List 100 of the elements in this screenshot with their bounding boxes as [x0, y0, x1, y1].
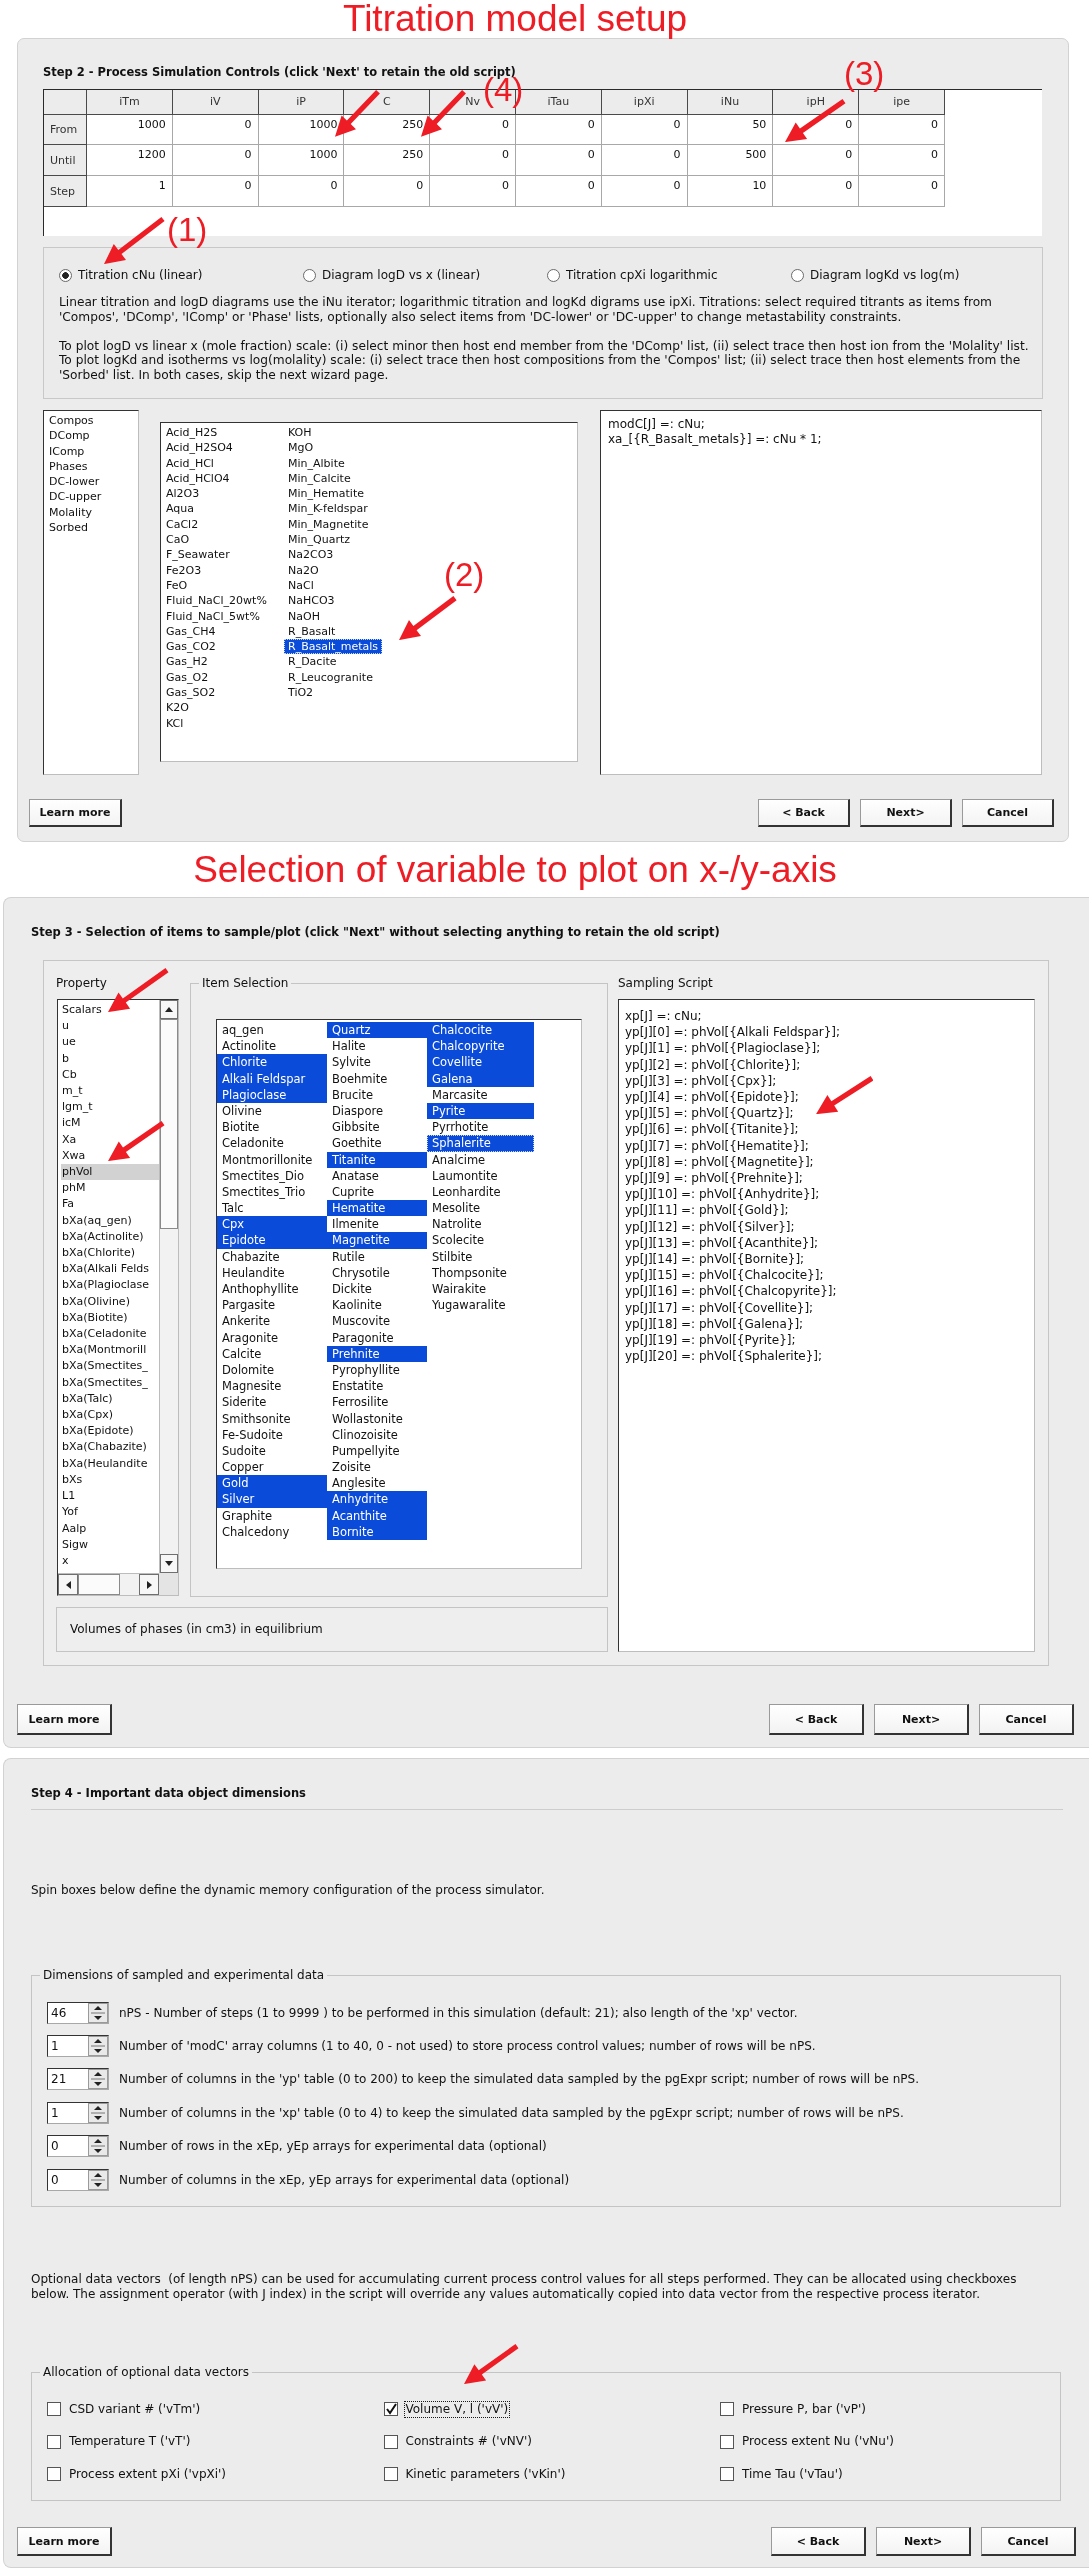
list-item[interactable]: Gas_H2 [162, 654, 212, 670]
learn-more-button[interactable]: Learn more [17, 2527, 112, 2556]
table-cell[interactable]: 0 [330, 179, 338, 193]
table-cell[interactable]: 1 [158, 179, 166, 193]
list-item[interactable]: Heulandite [217, 1264, 327, 1281]
scroll-down-button[interactable] [160, 1554, 178, 1573]
list-item[interactable]: Min_Calcite [284, 470, 355, 487]
spin-box[interactable]: 0 [47, 2168, 109, 2191]
list-item[interactable]: Chalcopyrite [427, 1038, 534, 1055]
checkbox[interactable] [383, 2402, 398, 2417]
list-item[interactable]: K2O [162, 700, 193, 716]
list-item[interactable]: Prehnite [327, 1345, 427, 1362]
list-item[interactable]: Chabazite [217, 1248, 327, 1265]
list-item[interactable]: MgO [284, 440, 318, 456]
scroll-right-button[interactable] [139, 1574, 159, 1595]
stepper-icon[interactable] [88, 2136, 108, 2157]
list-item[interactable]: Ankerite [217, 1313, 327, 1330]
list-item[interactable]: Stilbite [427, 1248, 534, 1265]
table-cell[interactable]: 1000 [137, 118, 166, 132]
list-item[interactable]: Sylvite [327, 1054, 427, 1071]
list-item[interactable]: Muscovite [327, 1313, 427, 1330]
list-item[interactable]: Fluid_NaCl_5wt% [162, 608, 264, 624]
list-item[interactable]: Smectites_Trio [217, 1183, 327, 1201]
list-item[interactable]: bXa(Heulandite [61, 1455, 148, 1472]
table-cell[interactable]: 500 [745, 148, 767, 162]
list-item[interactable]: R_Dacite [284, 654, 341, 670]
list-item[interactable]: lgm_t [61, 1099, 93, 1116]
list-item[interactable]: Min_Hematite [284, 486, 368, 502]
stepper-icon[interactable] [88, 2069, 108, 2090]
list-item[interactable]: Anglesite [327, 1475, 427, 1492]
spin-box[interactable]: 46 [47, 2001, 109, 2024]
list-item[interactable]: Natrolite [427, 1216, 534, 1233]
list-item[interactable]: Paragonite [327, 1329, 427, 1346]
table-cell[interactable]: 0 [502, 179, 509, 193]
table-cell[interactable]: 0 [673, 148, 681, 162]
table-cell[interactable]: 0 [587, 148, 595, 162]
list-item[interactable]: Pyrophyllite [327, 1361, 427, 1379]
list-item[interactable]: Diaspore [327, 1102, 427, 1120]
table-cell[interactable]: 0 [845, 179, 853, 193]
list-item[interactable]: Siderite [217, 1394, 327, 1411]
horizontal-scrollbar[interactable] [58, 1573, 159, 1595]
table-cell[interactable]: 0 [416, 179, 424, 193]
table-cell[interactable]: 0 [244, 148, 252, 162]
next-button[interactable]: Next> [876, 2527, 971, 2556]
list-item[interactable]: Aragonite [217, 1329, 327, 1346]
table-cell[interactable]: 1000 [309, 118, 338, 132]
list-item[interactable]: Scalars [61, 1002, 102, 1019]
list-item[interactable]: Enstatite [327, 1378, 427, 1395]
list-item[interactable]: Xa [61, 1131, 77, 1148]
list-item[interactable]: bXa(Chabazite) [61, 1439, 147, 1456]
list-item[interactable]: Analcime [427, 1151, 534, 1168]
list-item[interactable]: Celadonite [217, 1135, 327, 1152]
list-item[interactable]: Laumontite [427, 1167, 534, 1184]
list-item[interactable]: bXa(Smectites_ [61, 1374, 148, 1391]
list-item[interactable]: bXa(Alkali Felds [61, 1261, 149, 1278]
list-item[interactable]: phM [61, 1180, 86, 1197]
spin-box[interactable]: 0 [47, 2135, 109, 2158]
list-item[interactable]: Acid_H2SO4 [162, 440, 237, 456]
vertical-scrollbar[interactable] [159, 1000, 178, 1573]
list-item[interactable]: Kaolinite [327, 1297, 427, 1314]
list-item[interactable]: Pyrrhotite [427, 1119, 534, 1136]
list-item[interactable]: Min_Quartz [284, 532, 354, 548]
checkbox[interactable] [383, 2467, 398, 2482]
list-item[interactable]: Fa [61, 1196, 75, 1213]
table-cell[interactable]: 0 [244, 118, 252, 132]
list-item[interactable]: Sphalerite [427, 1135, 534, 1152]
list-item[interactable]: KOH [284, 425, 316, 441]
list-item[interactable]: bXa(Biotite) [61, 1309, 128, 1327]
table-cell[interactable]: 0 [587, 118, 595, 132]
list-item[interactable]: Thompsonite [427, 1264, 534, 1281]
list-item[interactable]: Anatase [327, 1167, 427, 1184]
checkbox-label[interactable]: Process extent pXi ('vpXi') [67, 2465, 229, 2483]
stepper-icon[interactable] [88, 2036, 108, 2057]
radio-label[interactable]: Titration cpXi logarithmic [566, 268, 718, 282]
list-item[interactable]: Gas_SO2 [162, 685, 220, 701]
table-cell[interactable]: 0 [673, 118, 681, 132]
table-cell[interactable]: 0 [930, 118, 938, 132]
list-item[interactable]: Magnesite [217, 1378, 327, 1395]
checkbox[interactable] [720, 2434, 734, 2449]
list-item[interactable]: Quartz [327, 1022, 427, 1039]
table-cell[interactable]: 250 [402, 118, 424, 132]
list-item[interactable]: Anhydrite [327, 1491, 427, 1508]
back-button[interactable]: < Back [771, 2527, 866, 2556]
list-item[interactable]: Epidote [217, 1232, 327, 1249]
checkbox[interactable] [383, 2434, 398, 2449]
list-item[interactable]: Mesolite [427, 1200, 534, 1217]
list-item[interactable]: bXa(Olivine) [61, 1293, 130, 1310]
checkbox[interactable] [47, 2467, 61, 2482]
list-item[interactable]: bXa(aq_gen) [61, 1212, 132, 1229]
scroll-up-button[interactable] [160, 1000, 178, 1019]
list-item[interactable]: bXa(Epidote) [61, 1423, 134, 1440]
radio-button[interactable] [791, 268, 804, 282]
radio-button[interactable] [303, 268, 316, 282]
list-item[interactable]: Magnetite [327, 1232, 427, 1249]
list-item[interactable]: Copper [217, 1459, 327, 1476]
radio-label[interactable]: Titration cNu (linear) [78, 268, 203, 282]
list-item[interactable]: NaHCO3 [284, 593, 339, 609]
list-item[interactable]: Gas_O2 [162, 669, 213, 686]
list-item[interactable]: Yof [61, 1504, 78, 1521]
checkbox-label[interactable]: Pressure P, bar ('vP') [740, 2400, 868, 2418]
